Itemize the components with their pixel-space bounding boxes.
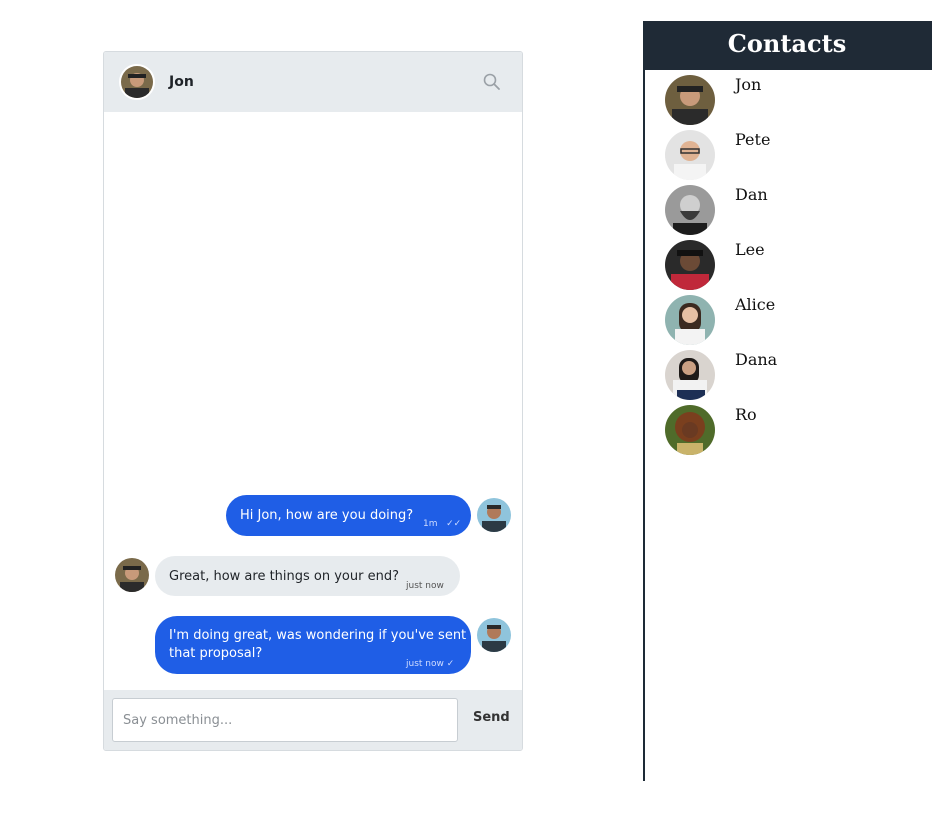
contact-avatar	[665, 295, 715, 345]
contact-avatar	[665, 130, 715, 180]
contact-item-alice[interactable]: Alice	[665, 295, 925, 347]
contact-avatar	[113, 556, 151, 594]
message-text: Great, how are things on your end?	[169, 569, 399, 584]
contact-avatar	[665, 185, 715, 235]
contacts-title: Contacts	[727, 29, 847, 58]
contact-avatar	[665, 350, 715, 400]
message-status-icon: ✓✓	[446, 519, 462, 529]
message-time: 1m	[423, 519, 438, 529]
message-status-icon: ✓	[446, 659, 455, 669]
message-bubble-outgoing: Hi Jon, how are you doing? 1m ✓✓	[226, 495, 471, 536]
contact-avatar	[665, 240, 715, 290]
composer: Send	[104, 690, 522, 750]
chat-contact-name: Jon	[169, 74, 194, 90]
message-time: just now	[406, 659, 444, 669]
contact-name: Dan	[735, 185, 768, 204]
message-text: Hi Jon, how are you doing?	[240, 508, 414, 523]
contact-avatar	[665, 405, 715, 455]
contact-item-dana[interactable]: Dana	[665, 350, 925, 402]
my-avatar	[475, 496, 513, 534]
contacts-panel: Contacts Jon Pete Dan Lee Alice Dana Ro	[643, 21, 932, 781]
contact-item-ro[interactable]: Ro	[665, 405, 925, 457]
my-avatar	[475, 616, 513, 654]
message-input[interactable]	[112, 698, 458, 742]
contact-item-dan[interactable]: Dan	[665, 185, 925, 237]
contact-name: Pete	[735, 130, 771, 149]
contact-item-lee[interactable]: Lee	[665, 240, 925, 292]
search-icon[interactable]	[482, 72, 502, 92]
contact-name: Jon	[735, 75, 762, 94]
message-meta: just now ✓	[406, 655, 454, 673]
message-meta: 1m ✓✓	[423, 515, 461, 533]
message-bubble-outgoing: I'm doing great, was wondering if you've…	[155, 616, 471, 674]
chat-header: Jon	[104, 52, 522, 112]
contact-item-pete[interactable]: Pete	[665, 130, 925, 182]
contact-name: Lee	[735, 240, 765, 259]
contact-item-jon[interactable]: Jon	[665, 75, 925, 127]
message-time: just now	[406, 581, 444, 591]
message-text-line-2: that proposal?	[169, 646, 263, 661]
contact-name: Dana	[735, 350, 778, 369]
contact-avatar	[665, 75, 715, 125]
chat-window: Jon Hi Jon, how are you doing? 1m ✓✓ Gre…	[103, 51, 523, 751]
message-text-line-1: I'm doing great, was wondering if you've…	[169, 628, 467, 643]
message-bubble-incoming: Great, how are things on your end? just …	[155, 556, 460, 596]
chat-contact-avatar	[119, 64, 155, 100]
contact-name: Ro	[735, 405, 757, 424]
contacts-header: Contacts	[645, 21, 932, 70]
contact-name: Alice	[735, 295, 776, 314]
send-button[interactable]: Send	[473, 710, 510, 725]
